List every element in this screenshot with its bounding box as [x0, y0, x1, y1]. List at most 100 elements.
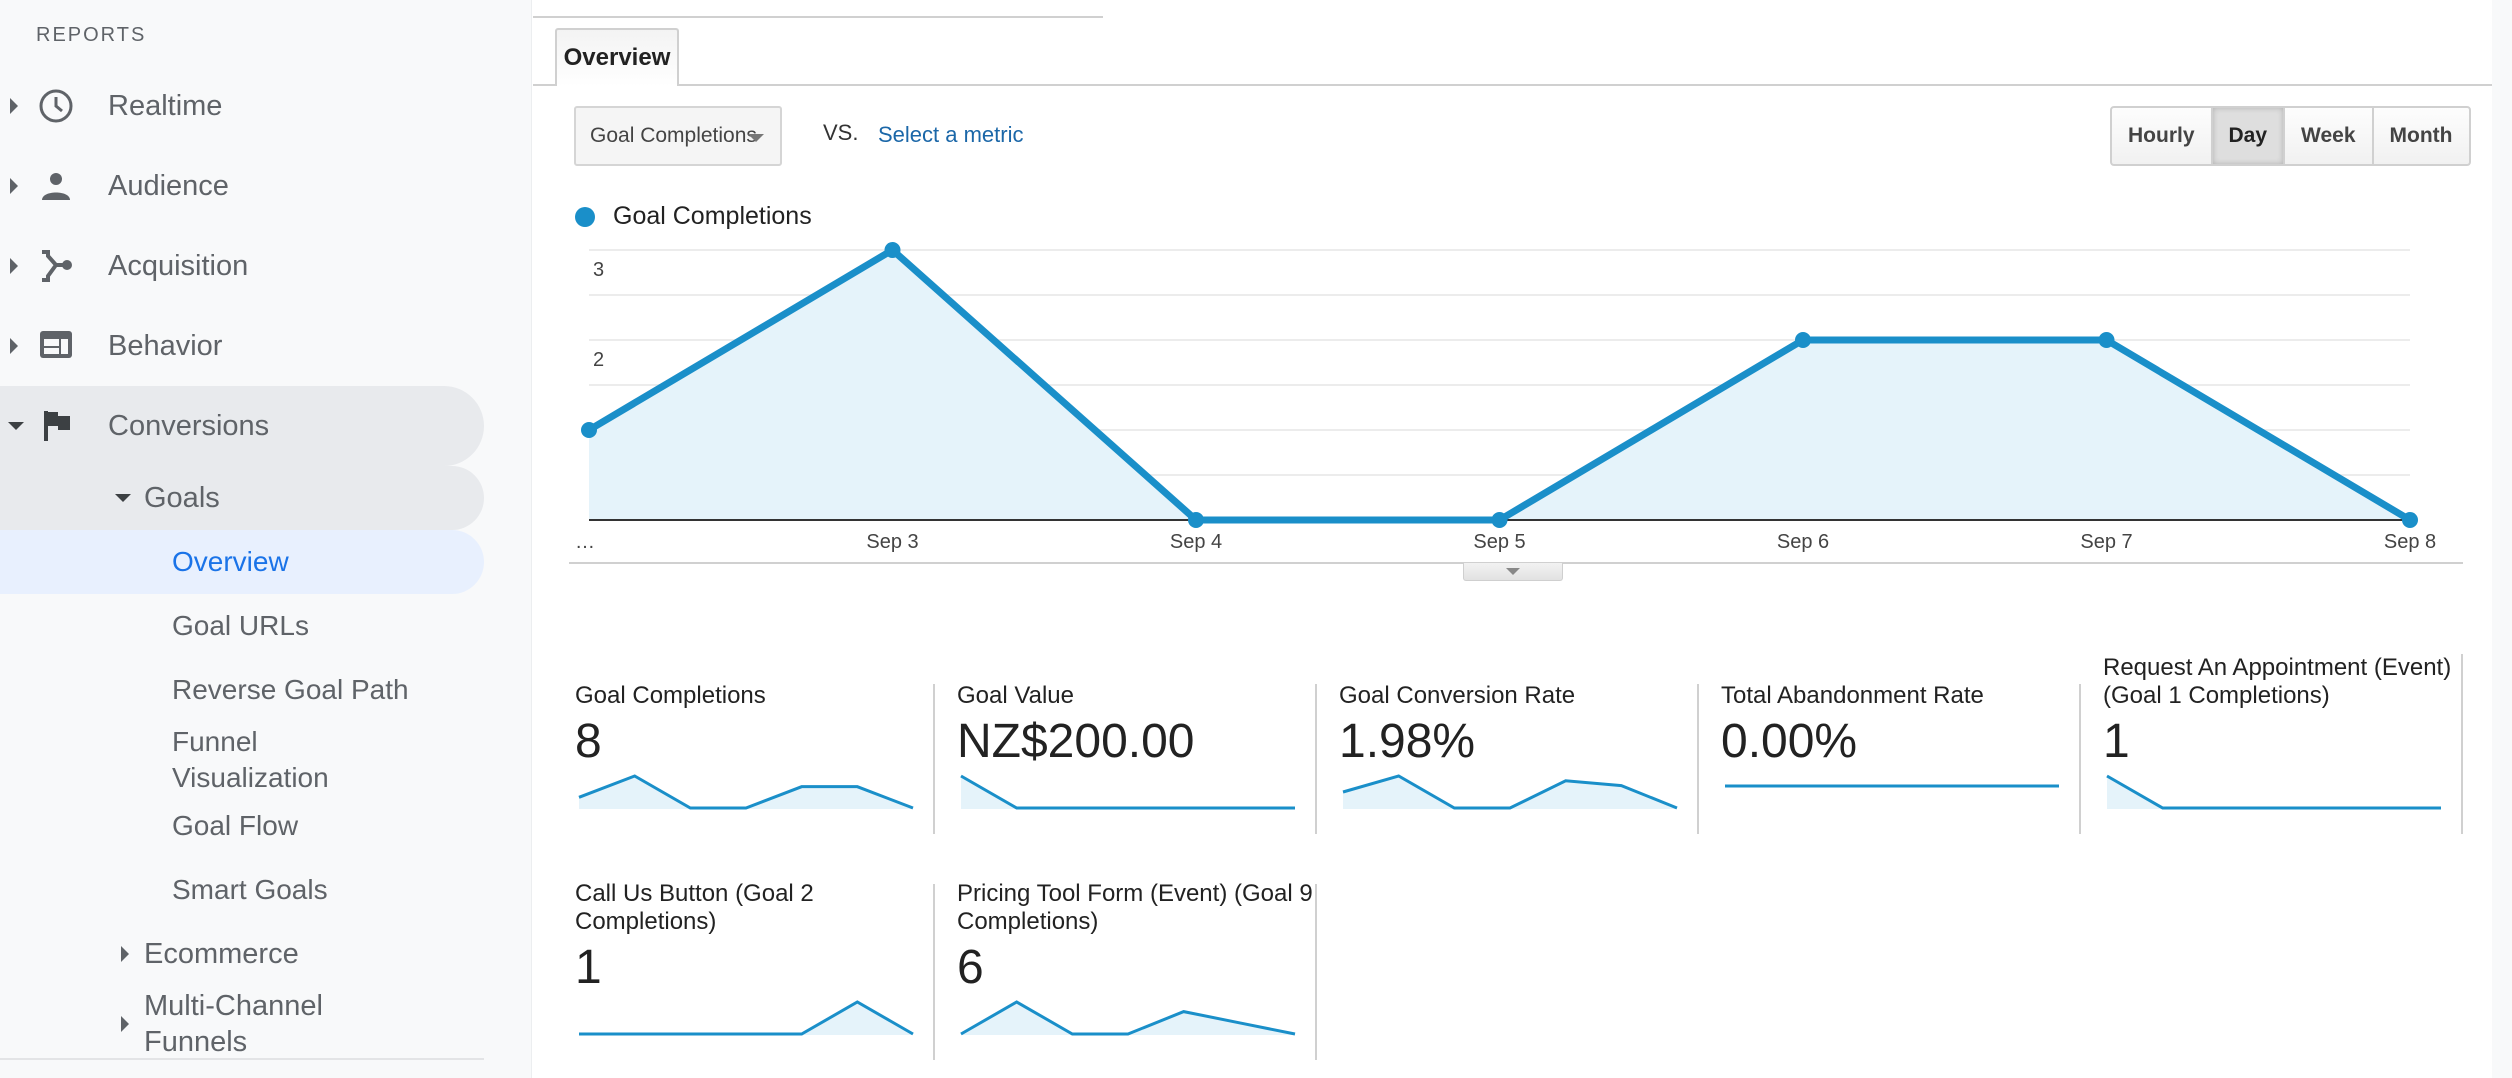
scorecard-divider	[1697, 684, 1699, 834]
behavior-layout-icon	[38, 328, 74, 364]
scorecard-label: Request An Appointment (Event) (Goal 1 C…	[2103, 654, 2452, 709]
chart-collapse-handle[interactable]	[1463, 563, 1563, 581]
x-tick-label: Sep 8	[2384, 531, 2436, 553]
scorecard-label: Goal Conversion Rate	[1339, 682, 1576, 709]
expand-caret-icon[interactable]	[10, 338, 18, 354]
tab-overview[interactable]: Overview	[555, 28, 679, 86]
sidebar-item-label: Realtime	[108, 89, 223, 122]
x-tick-label: Sep 3	[866, 531, 918, 553]
collapse-caret-icon[interactable]	[115, 494, 131, 502]
scorecard-value: 0.00%	[1721, 715, 1858, 768]
sidebar-subitem-label: Multi-Channel Funnels	[144, 990, 323, 1058]
sidebar-subitem-label: Goals	[144, 481, 220, 514]
sidebar-leaf-reverse-goal-path[interactable]: Reverse Goal Path	[0, 658, 484, 722]
sparkline-area	[1343, 776, 1677, 809]
goal-completions-chart: 123…Sep 3Sep 4Sep 5Sep 6Sep 7Sep 8	[575, 242, 2436, 553]
data-point	[884, 242, 901, 258]
dropdown-arrow-icon	[748, 134, 764, 142]
chevron-down-icon	[1506, 568, 1520, 575]
scorecard-value: 1	[2103, 715, 2130, 768]
main-content: Overview Goal Completions VS. Select a m…	[533, 0, 2492, 1078]
expand-caret-icon[interactable]	[10, 258, 18, 274]
scorecard[interactable]: Call Us Button (Goal 2 Completions) 1	[575, 880, 955, 1050]
data-point	[2098, 332, 2115, 348]
sidebar-subitem-goals[interactable]: Goals	[0, 466, 484, 530]
sidebar-leaf-label: Reverse Goal Path	[172, 674, 409, 705]
sidebar-leaf-label: Goal URLs	[172, 610, 309, 641]
scorecard-value: 8	[575, 715, 602, 768]
scorecard-divider	[2461, 654, 2463, 834]
scorecard-label: Goal Value	[957, 682, 1074, 709]
sidebar-item-label: Audience	[108, 169, 229, 202]
top-divider	[533, 16, 1103, 18]
sidebar-subitem-ecommerce[interactable]: Ecommerce	[0, 922, 484, 986]
metric-select-value: Goal Completions	[590, 124, 757, 147]
sidebar-divider	[0, 1058, 484, 1060]
sparkline	[578, 774, 914, 810]
sidebar-item-label: Conversions	[108, 409, 270, 442]
flag-icon	[38, 408, 74, 444]
data-point	[1188, 512, 1204, 528]
scorecard-label: Goal Completions	[575, 682, 766, 709]
sidebar-item-behavior[interactable]: Behavior	[0, 306, 484, 386]
sidebar-leaf-label: Funnel Visualization	[172, 726, 329, 793]
sidebar-item-acquisition[interactable]: Acquisition	[0, 226, 484, 306]
reports-section-label: REPORTS	[36, 24, 147, 46]
sparkline	[2106, 774, 2441, 810]
sidebar-leaf-goal-urls[interactable]: Goal URLs	[0, 594, 484, 658]
scorecard[interactable]: Goal Value NZ$200.00	[957, 674, 1337, 824]
app-root: REPORTS Realtime Audience Acquisition Be…	[0, 0, 2512, 1078]
scorecard[interactable]: Total Abandonment Rate 0.00%	[1721, 674, 2101, 824]
data-point	[1491, 512, 1508, 528]
time-granularity-group: Hourly Day Week Month	[2110, 106, 2471, 166]
select-metric-link[interactable]: Select a metric	[878, 122, 1024, 148]
week-button[interactable]: Week	[2285, 108, 2374, 164]
expand-caret-icon[interactable]	[121, 946, 129, 962]
expand-caret-icon[interactable]	[10, 98, 18, 114]
collapse-caret-icon[interactable]	[8, 422, 24, 430]
scorecard-divider	[1315, 884, 1317, 1060]
x-tick-label: …	[575, 531, 595, 553]
sidebar-nav: REPORTS Realtime Audience Acquisition Be…	[0, 0, 532, 1078]
scorecard-divider	[933, 884, 935, 1060]
y-tick-label: 2	[593, 349, 604, 371]
sidebar-leaf-label: Goal Flow	[172, 810, 299, 841]
person-icon	[38, 168, 74, 204]
sparkline-line	[960, 774, 1295, 810]
sidebar-subitem-multi-channel-funnels[interactable]: Multi-Channel Funnels	[0, 984, 484, 1064]
sidebar-item-conversions[interactable]: Conversions	[0, 386, 484, 466]
sidebar-leaf-overview[interactable]: Overview	[0, 530, 484, 594]
scorecard-divider	[933, 684, 935, 834]
scorecard-label: Pricing Tool Form (Event) (Goal 9 Comple…	[957, 880, 1313, 935]
sidebar-leaf-funnel-visualization[interactable]: Funnel Visualization	[0, 720, 484, 800]
metric-select-dropdown[interactable]: Goal Completions	[574, 106, 782, 166]
vs-label: VS.	[823, 120, 859, 145]
expand-caret-icon[interactable]	[10, 178, 18, 194]
sidebar-item-realtime[interactable]: Realtime	[0, 66, 484, 146]
scorecard-label: Total Abandonment Rate	[1721, 682, 1984, 709]
data-point	[2402, 512, 2418, 528]
hourly-button[interactable]: Hourly	[2112, 108, 2213, 164]
sidebar-leaf-smart-goals[interactable]: Smart Goals	[0, 858, 484, 922]
scorecard[interactable]: Goal Completions 8	[575, 674, 955, 824]
data-point	[581, 422, 597, 438]
sparkline-area	[961, 1002, 1295, 1035]
scorecard-value: 1	[575, 941, 602, 994]
x-tick-label: Sep 5	[1473, 531, 1525, 553]
sparkline	[579, 1000, 914, 1036]
scorecard-value: 6	[957, 941, 984, 994]
scorecard-divider	[1315, 684, 1317, 834]
expand-caret-icon[interactable]	[121, 1016, 129, 1032]
day-button[interactable]: Day	[2212, 108, 2286, 164]
sidebar-subitem-label: Ecommerce	[144, 937, 299, 970]
sparkline	[1725, 784, 2059, 788]
scorecard[interactable]: Goal Conversion Rate 1.98%	[1339, 674, 1719, 824]
data-point	[1795, 332, 1811, 348]
month-button[interactable]: Month	[2374, 108, 2469, 164]
scorecard[interactable]: Request An Appointment (Event) (Goal 1 C…	[2103, 654, 2483, 824]
scorecard-value: NZ$200.00	[957, 715, 1195, 768]
sidebar-leaf-goal-flow[interactable]: Goal Flow	[0, 794, 484, 858]
chart-legend: Goal Completions	[575, 202, 812, 231]
sidebar-item-audience[interactable]: Audience	[0, 146, 484, 226]
scorecard[interactable]: Pricing Tool Form (Event) (Goal 9 Comple…	[957, 880, 1337, 1050]
